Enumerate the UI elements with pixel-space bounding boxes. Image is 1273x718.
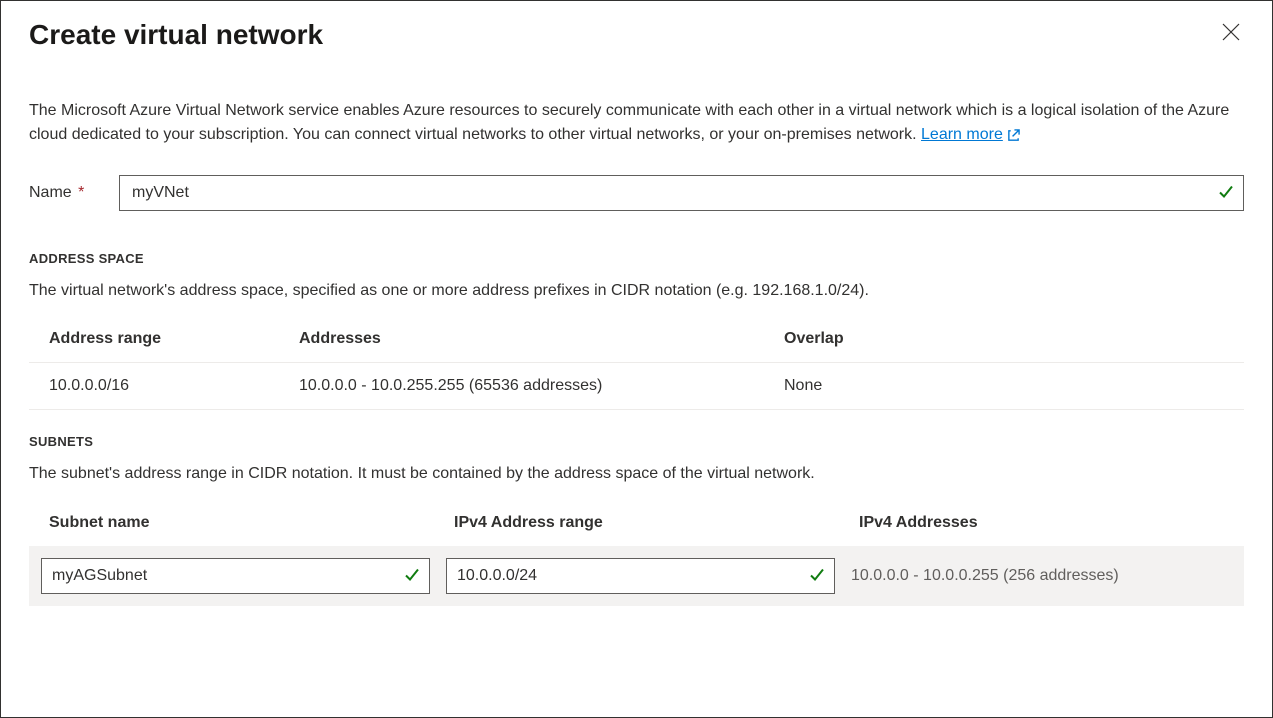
subnets-table: Subnet name IPv4 Address range IPv4 Addr… (29, 514, 1244, 606)
learn-more-text: Learn more (921, 123, 1003, 147)
address-space-table: Address range Addresses Overlap 10.0.0.0… (29, 330, 1244, 410)
name-field-row: Name * (29, 175, 1244, 211)
col-header-address-range: Address range (49, 330, 299, 348)
subnets-table-header: Subnet name IPv4 Address range IPv4 Addr… (29, 514, 1244, 546)
cell-overlap: None (784, 377, 1224, 395)
name-input-wrapper (119, 175, 1244, 211)
create-vnet-panel: Create virtual network The Microsoft Azu… (0, 0, 1273, 718)
subnets-header: SUBNETS (29, 434, 1244, 449)
col-header-ipv4-addresses: IPv4 Addresses (859, 514, 1224, 532)
address-space-header: ADDRESS SPACE (29, 251, 1244, 266)
valid-check-icon (809, 566, 825, 585)
subnets-description: The subnet's address range in CIDR notat… (29, 463, 1244, 485)
valid-check-icon (1218, 184, 1234, 203)
cell-address-range: 10.0.0.0/16 (49, 377, 299, 395)
vnet-name-input[interactable] (119, 175, 1244, 211)
panel-description: The Microsoft Azure Virtual Network serv… (29, 99, 1244, 147)
valid-check-icon (404, 566, 420, 585)
col-header-ipv4-range: IPv4 Address range (454, 514, 859, 532)
learn-more-link[interactable]: Learn more (921, 123, 1020, 147)
panel-header: Create virtual network (29, 19, 1244, 51)
table-row[interactable]: 10.0.0.0 - 10.0.0.255 (256 addresses) (29, 546, 1244, 606)
col-header-subnet-name: Subnet name (49, 514, 454, 532)
required-indicator: * (78, 184, 84, 201)
description-text: The Microsoft Azure Virtual Network serv… (29, 102, 1229, 143)
subnet-name-input[interactable] (41, 558, 430, 594)
panel-title: Create virtual network (29, 19, 323, 51)
col-header-addresses: Addresses (299, 330, 784, 348)
name-label: Name * (29, 184, 119, 202)
cell-addresses: 10.0.0.0 - 10.0.255.255 (65536 addresses… (299, 377, 784, 395)
close-icon (1222, 23, 1240, 41)
address-space-table-header: Address range Addresses Overlap (29, 330, 1244, 363)
table-row[interactable]: 10.0.0.0/16 10.0.0.0 - 10.0.255.255 (655… (29, 363, 1244, 410)
cell-ipv4-addresses: 10.0.0.0 - 10.0.0.255 (256 addresses) (851, 567, 1224, 585)
col-header-overlap: Overlap (784, 330, 1224, 348)
close-button[interactable] (1218, 19, 1244, 45)
subnet-range-input[interactable] (446, 558, 835, 594)
address-space-description: The virtual network's address space, spe… (29, 280, 1244, 302)
external-link-icon (1007, 129, 1020, 142)
